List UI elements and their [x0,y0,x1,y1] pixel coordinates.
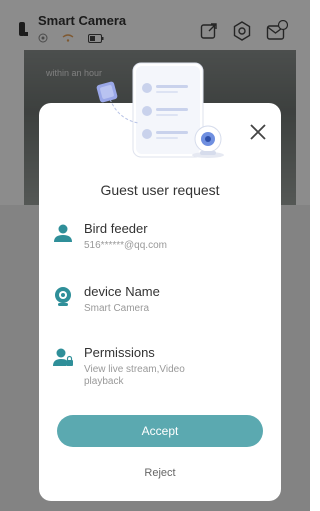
guest-request-modal: Guest user request Bird feeder 516******… [39,62,281,501]
modal-title: Guest user request [100,182,220,198]
reject-button[interactable]: Reject [39,467,281,479]
user-lock-icon [53,348,73,366]
device-name-label: device Name [84,284,160,299]
phone-camera-illustration [96,62,224,158]
requester-name: Bird feeder [84,221,148,236]
user-icon [54,224,72,242]
close-icon[interactable] [247,121,269,143]
device-name-value: Smart Camera [84,303,150,314]
accept-button[interactable]: Accept [57,415,263,447]
requester-email: 516******@qq.com [84,240,167,251]
permissions-label: Permissions [84,345,155,360]
permissions-value: View live stream,Video playback [84,364,185,387]
camera-icon [55,287,71,306]
